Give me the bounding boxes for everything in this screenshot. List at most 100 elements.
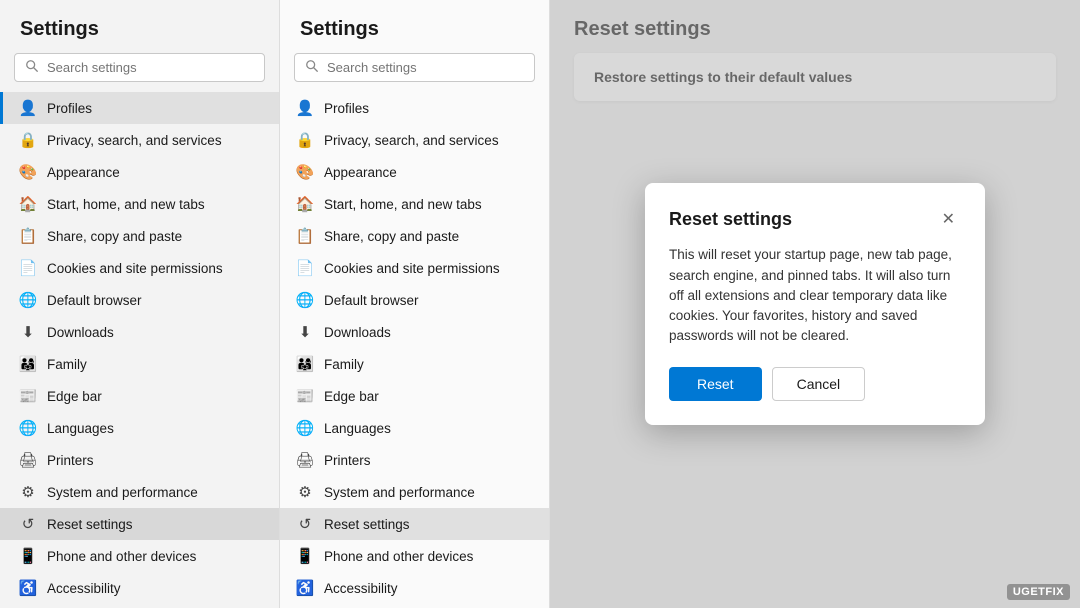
languages-icon: 🌐 — [296, 419, 314, 437]
share-icon: 📋 — [296, 227, 314, 245]
sidebar-search-box[interactable] — [14, 53, 265, 82]
sidebar-item-label: Family — [47, 357, 87, 372]
middle-item-system[interactable]: ⚙ System and performance — [280, 476, 549, 508]
default-browser-icon: 🌐 — [296, 291, 314, 309]
middle-item-label: Family — [324, 357, 364, 372]
privacy-icon: 🔒 — [296, 131, 314, 149]
sidebar-item-cookies[interactable]: 📄 Cookies and site permissions — [0, 252, 279, 284]
reset-icon: ↺ — [296, 515, 314, 533]
middle-item-profiles[interactable]: 👤 Profiles — [280, 92, 549, 124]
reset-settings-dialog: Reset settings ✕ This will reset your st… — [645, 183, 985, 424]
sidebar-item-family[interactable]: 👨‍👩‍👧 Family — [0, 348, 279, 380]
middle-item-label: Privacy, search, and services — [324, 133, 499, 148]
printers-icon: 🖨 — [296, 451, 314, 469]
cookies-icon: 📄 — [19, 259, 37, 277]
middle-search-input[interactable] — [327, 60, 524, 75]
middle-navigation: 👤 Profiles 🔒 Privacy, search, and servic… — [280, 92, 549, 608]
middle-item-printers[interactable]: 🖨 Printers — [280, 444, 549, 476]
sidebar-title: Settings — [0, 0, 279, 53]
middle-item-label: Default browser — [324, 293, 419, 308]
sidebar-item-label: Default browser — [47, 293, 142, 308]
sidebar-item-profiles[interactable]: 👤 Profiles — [0, 92, 279, 124]
middle-item-about[interactable]: ℹ About Microsoft Edge — [280, 604, 549, 608]
system-icon: ⚙ — [19, 483, 37, 501]
system-icon: ⚙ — [296, 483, 314, 501]
downloads-icon: ⬇ — [19, 323, 37, 341]
default-browser-icon: 🌐 — [19, 291, 37, 309]
middle-search-box[interactable] — [294, 53, 535, 82]
sidebar-item-privacy[interactable]: 🔒 Privacy, search, and services — [0, 124, 279, 156]
middle-item-share[interactable]: 📋 Share, copy and paste — [280, 220, 549, 252]
start-home-icon: 🏠 — [19, 195, 37, 213]
dialog-title: Reset settings — [669, 209, 792, 230]
sidebar-item-phone[interactable]: 📱 Phone and other devices — [0, 540, 279, 572]
cancel-button[interactable]: Cancel — [772, 367, 866, 401]
search-icon — [25, 59, 39, 76]
middle-item-label: Downloads — [324, 325, 391, 340]
dialog-close-button[interactable]: ✕ — [936, 207, 961, 231]
middle-item-label: Share, copy and paste — [324, 229, 459, 244]
privacy-icon: 🔒 — [19, 131, 37, 149]
sidebar-item-about[interactable]: ℹ About Microsoft Edge — [0, 604, 279, 608]
sidebar-item-label: Printers — [47, 453, 94, 468]
sidebar-item-appearance[interactable]: 🎨 Appearance — [0, 156, 279, 188]
middle-item-languages[interactable]: 🌐 Languages — [280, 412, 549, 444]
sidebar-item-label: Cookies and site permissions — [47, 261, 223, 276]
middle-item-label: Start, home, and new tabs — [324, 197, 482, 212]
appearance-icon: 🎨 — [296, 163, 314, 181]
edge-bar-icon: 📰 — [296, 387, 314, 405]
phone-icon: 📱 — [296, 547, 314, 565]
sidebar-item-label: Privacy, search, and services — [47, 133, 222, 148]
middle-panel-title: Settings — [280, 0, 549, 53]
sidebar-item-system[interactable]: ⚙ System and performance — [0, 476, 279, 508]
middle-item-privacy[interactable]: 🔒 Privacy, search, and services — [280, 124, 549, 156]
middle-item-label: Languages — [324, 421, 391, 436]
middle-item-family[interactable]: 👨‍👩‍👧 Family — [280, 348, 549, 380]
sidebar-item-label: Phone and other devices — [47, 549, 196, 564]
profiles-icon: 👤 — [19, 99, 37, 117]
middle-item-label: Printers — [324, 453, 371, 468]
middle-item-label: Reset settings — [324, 517, 410, 532]
sidebar-item-label: Accessibility — [47, 581, 121, 596]
middle-item-appearance[interactable]: 🎨 Appearance — [280, 156, 549, 188]
reset-confirm-button[interactable]: Reset — [669, 367, 762, 401]
sidebar-item-label: Profiles — [47, 101, 92, 116]
languages-icon: 🌐 — [19, 419, 37, 437]
sidebar-item-label: Share, copy and paste — [47, 229, 182, 244]
middle-item-accessibility[interactable]: ♿ Accessibility — [280, 572, 549, 604]
start-home-icon: 🏠 — [296, 195, 314, 213]
modal-overlay: Reset settings ✕ This will reset your st… — [550, 0, 1080, 608]
middle-item-label: Accessibility — [324, 581, 398, 596]
sidebar-item-accessibility[interactable]: ♿ Accessibility — [0, 572, 279, 604]
sidebar-item-start-home[interactable]: 🏠 Start, home, and new tabs — [0, 188, 279, 220]
middle-item-cookies[interactable]: 📄 Cookies and site permissions — [280, 252, 549, 284]
middle-item-label: System and performance — [324, 485, 475, 500]
cookies-icon: 📄 — [296, 259, 314, 277]
sidebar-item-label: Reset settings — [47, 517, 133, 532]
sidebar-item-label: Start, home, and new tabs — [47, 197, 205, 212]
sidebar-item-printers[interactable]: 🖨 Printers — [0, 444, 279, 476]
left-sidebar: Settings 👤 Profiles 🔒 Privacy, search, a… — [0, 0, 280, 608]
middle-item-downloads[interactable]: ⬇ Downloads — [280, 316, 549, 348]
middle-item-label: Appearance — [324, 165, 397, 180]
edge-bar-icon: 📰 — [19, 387, 37, 405]
sidebar-item-default-browser[interactable]: 🌐 Default browser — [0, 284, 279, 316]
phone-icon: 📱 — [19, 547, 37, 565]
sidebar-item-downloads[interactable]: ⬇ Downloads — [0, 316, 279, 348]
middle-item-label: Profiles — [324, 101, 369, 116]
middle-item-reset[interactable]: ↺ Reset settings — [280, 508, 549, 540]
sidebar-item-reset[interactable]: ↺ Reset settings — [0, 508, 279, 540]
middle-item-phone[interactable]: 📱 Phone and other devices — [280, 540, 549, 572]
middle-item-edge-bar[interactable]: 📰 Edge bar — [280, 380, 549, 412]
middle-item-start-home[interactable]: 🏠 Start, home, and new tabs — [280, 188, 549, 220]
reset-icon: ↺ — [19, 515, 37, 533]
sidebar-search-input[interactable] — [47, 60, 254, 75]
sidebar-item-edge-bar[interactable]: 📰 Edge bar — [0, 380, 279, 412]
sidebar-item-label: Edge bar — [47, 389, 102, 404]
sidebar-item-languages[interactable]: 🌐 Languages — [0, 412, 279, 444]
sidebar-item-share[interactable]: 📋 Share, copy and paste — [0, 220, 279, 252]
middle-item-default-browser[interactable]: 🌐 Default browser — [280, 284, 549, 316]
dialog-header: Reset settings ✕ — [669, 207, 961, 231]
middle-item-label: Phone and other devices — [324, 549, 473, 564]
middle-item-label: Cookies and site permissions — [324, 261, 500, 276]
